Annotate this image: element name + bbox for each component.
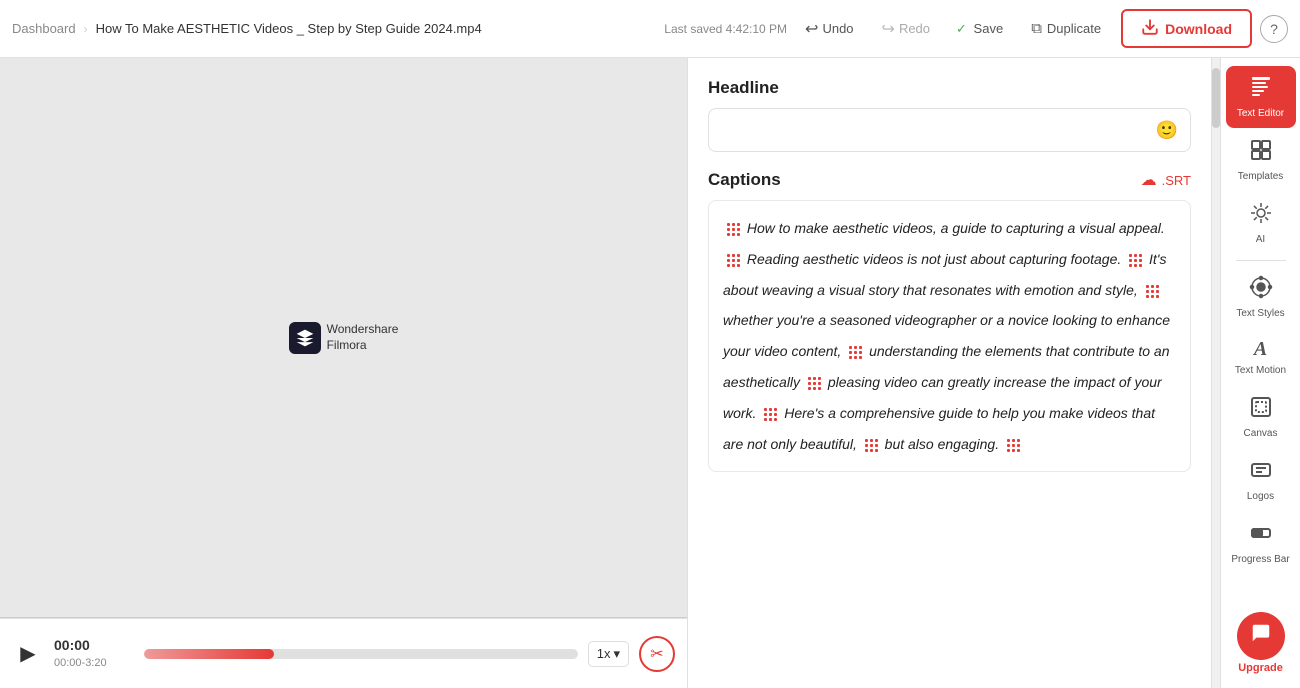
logos-label: Logos bbox=[1247, 491, 1274, 503]
current-time: 00:00 bbox=[54, 636, 134, 656]
captions-label: Captions bbox=[708, 170, 781, 190]
scissors-button[interactable]: ✂ bbox=[639, 636, 675, 672]
redo-button[interactable]: ↪ Redo bbox=[872, 14, 940, 44]
chat-icon bbox=[1250, 622, 1272, 650]
center-panel: Headline 🙂 Captions ☁ .SRT bbox=[687, 58, 1212, 688]
sidebar-divider-1 bbox=[1236, 260, 1286, 261]
checkmark-icon: ✓ bbox=[956, 21, 967, 36]
sidebar-item-logos[interactable]: Logos bbox=[1226, 450, 1296, 511]
headline-section: Headline 🙂 bbox=[708, 78, 1191, 152]
duplicate-icon: ⧉ bbox=[1031, 20, 1042, 37]
progress-fill bbox=[144, 649, 274, 659]
sidebar-item-ai[interactable]: AI bbox=[1226, 193, 1296, 254]
breadcrumb-filename: How To Make AESTHETIC Videos _ Step by S… bbox=[96, 21, 657, 36]
ai-icon bbox=[1249, 201, 1273, 230]
time-display: 00:00 00:00-3:20 bbox=[54, 636, 134, 671]
speed-value: 1x bbox=[597, 646, 611, 661]
filmora-logo-box bbox=[289, 322, 321, 354]
playback-controls: ▶ 00:00 00:00-3:20 1x ▾ ✂ bbox=[0, 618, 687, 688]
scissors-icon: ✂ bbox=[650, 644, 663, 664]
right-sidebar: Text Editor Templates AI Text Styles A T… bbox=[1220, 58, 1300, 688]
drag-handle-9[interactable] bbox=[1006, 438, 1020, 452]
undo-icon: ↩ bbox=[805, 19, 818, 39]
breadcrumb-dashboard[interactable]: Dashboard bbox=[12, 21, 76, 36]
drag-handle-4[interactable] bbox=[1145, 284, 1159, 298]
drag-handle-5[interactable] bbox=[848, 345, 862, 359]
breadcrumb-sep: › bbox=[84, 22, 88, 36]
srt-label: .SRT bbox=[1162, 173, 1191, 188]
progress-bar-icon bbox=[1249, 521, 1273, 550]
speed-chevron-icon: ▾ bbox=[613, 646, 620, 662]
templates-label: Templates bbox=[1238, 171, 1284, 183]
redo-label: Redo bbox=[899, 21, 930, 36]
progress-track bbox=[144, 649, 578, 659]
text-styles-label: Text Styles bbox=[1236, 308, 1284, 320]
progress-bar-label: Progress Bar bbox=[1231, 554, 1289, 566]
srt-button[interactable]: ☁ .SRT bbox=[1141, 170, 1191, 190]
text-editor-label: Text Editor bbox=[1237, 108, 1284, 120]
canvas-icon bbox=[1249, 395, 1273, 424]
ai-label: AI bbox=[1256, 234, 1265, 246]
undo-button[interactable]: ↩ Undo bbox=[795, 14, 863, 44]
download-button[interactable]: Download bbox=[1121, 9, 1252, 48]
watermark: Wondershare Filmora bbox=[289, 322, 399, 354]
sidebar-item-text-editor[interactable]: Text Editor bbox=[1226, 66, 1296, 128]
sidebar-item-canvas[interactable]: Canvas bbox=[1226, 387, 1296, 448]
sidebar-item-text-motion[interactable]: A Text Motion bbox=[1226, 330, 1296, 385]
center-with-scroll: Headline 🙂 Captions ☁ .SRT bbox=[687, 58, 1220, 688]
text-motion-label: Text Motion bbox=[1235, 365, 1286, 377]
drag-handle-7[interactable] bbox=[763, 407, 777, 421]
download-label: Download bbox=[1165, 21, 1232, 37]
download-icon bbox=[1141, 18, 1159, 39]
play-button[interactable]: ▶ bbox=[12, 638, 44, 670]
captions-section: Captions ☁ .SRT How to make aesthetic vi… bbox=[708, 170, 1191, 472]
main-layout: Wondershare Filmora ▶ 00:00 00:00-3:20 1… bbox=[0, 58, 1300, 688]
filmora-watermark-text: Wondershare Filmora bbox=[327, 322, 399, 353]
undo-label: Undo bbox=[822, 21, 853, 36]
captions-header: Captions ☁ .SRT bbox=[708, 170, 1191, 190]
duplicate-button[interactable]: ⧉ Duplicate bbox=[1019, 15, 1113, 42]
headline-input-wrap[interactable]: 🙂 bbox=[708, 108, 1191, 152]
center-panel-wrap: Headline 🙂 Captions ☁ .SRT bbox=[687, 58, 1220, 688]
headline-label: Headline bbox=[708, 78, 1191, 98]
sidebar-item-text-styles[interactable]: Text Styles bbox=[1226, 267, 1296, 328]
drag-handle-1[interactable] bbox=[726, 222, 740, 236]
scrollbar-thumb[interactable] bbox=[1212, 68, 1220, 128]
topbar: Dashboard › How To Make AESTHETIC Videos… bbox=[0, 0, 1300, 58]
drag-handle-6[interactable] bbox=[807, 376, 821, 390]
video-panel: Wondershare Filmora ▶ 00:00 00:00-3:20 1… bbox=[0, 58, 687, 688]
templates-icon bbox=[1249, 138, 1273, 167]
text-editor-icon bbox=[1249, 74, 1273, 104]
duplicate-label: Duplicate bbox=[1047, 21, 1101, 36]
video-canvas: Wondershare Filmora bbox=[0, 58, 687, 617]
scrollbar-track[interactable] bbox=[1212, 58, 1220, 688]
speed-selector[interactable]: 1x ▾ bbox=[588, 641, 629, 667]
sidebar-item-progress-bar[interactable]: Progress Bar bbox=[1226, 513, 1296, 574]
canvas-label: Canvas bbox=[1244, 428, 1278, 440]
drag-handle-2[interactable] bbox=[726, 253, 740, 267]
save-label: Save bbox=[974, 21, 1004, 36]
help-icon: ? bbox=[1270, 21, 1278, 37]
logos-icon bbox=[1249, 458, 1273, 487]
sidebar-item-templates[interactable]: Templates bbox=[1226, 130, 1296, 191]
cloud-upload-icon: ☁ bbox=[1141, 170, 1157, 190]
filmora-product: Filmora bbox=[327, 338, 399, 354]
upgrade-button[interactable] bbox=[1237, 612, 1285, 660]
emoji-icon[interactable]: 🙂 bbox=[1156, 120, 1178, 141]
drag-handle-8[interactable] bbox=[864, 438, 878, 452]
last-saved-text: Last saved 4:42:10 PM bbox=[664, 22, 787, 36]
filmora-brand: Wondershare bbox=[327, 322, 399, 338]
total-time: 00:00-3:20 bbox=[54, 656, 134, 671]
help-button[interactable]: ? bbox=[1260, 15, 1288, 43]
captions-box[interactable]: How to make aesthetic videos, a guide to… bbox=[708, 200, 1191, 472]
text-motion-icon: A bbox=[1254, 338, 1267, 361]
progress-bar-wrap[interactable] bbox=[144, 644, 578, 664]
upgrade-label[interactable]: Upgrade bbox=[1238, 662, 1283, 674]
drag-handle-3[interactable] bbox=[1128, 253, 1142, 267]
redo-icon: ↪ bbox=[882, 19, 895, 39]
play-icon: ▶ bbox=[20, 641, 35, 666]
text-styles-icon bbox=[1249, 275, 1273, 304]
save-button[interactable]: ✓ Save bbox=[948, 16, 1011, 42]
